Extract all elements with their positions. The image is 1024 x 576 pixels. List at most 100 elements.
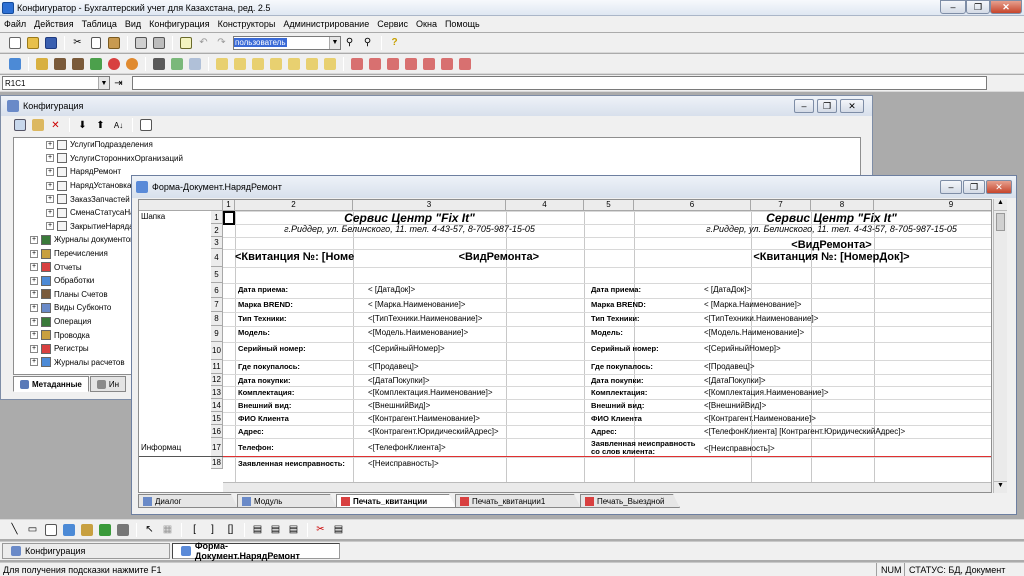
field-value[interactable]: <[ДатаПокупки]> xyxy=(704,376,909,385)
field-value[interactable]: <[ВнешнийВид]> xyxy=(368,401,563,410)
field-label[interactable]: Марка BREND: xyxy=(238,300,353,309)
designer-icon-6[interactable] xyxy=(438,56,455,72)
expand-icon[interactable]: + xyxy=(30,317,38,326)
field-label[interactable]: Дата покупки: xyxy=(591,376,701,385)
column-header[interactable]: 9 xyxy=(874,200,991,211)
field-value[interactable]: <[ВнешнийВид]> xyxy=(704,401,909,410)
expand-icon[interactable]: + xyxy=(46,154,54,163)
tree-item[interactable]: + УслугиСтороннихОрганизаций xyxy=(14,152,860,166)
bracket-open-icon[interactable]: [ xyxy=(186,522,203,538)
properties-icon[interactable] xyxy=(11,117,28,133)
row-header[interactable]: 2 xyxy=(211,224,223,237)
row-header[interactable]: 18 xyxy=(211,457,223,469)
field-value[interactable]: <[Продавец]> xyxy=(368,362,563,371)
field-value[interactable]: < [Марка.Наименование]> xyxy=(368,300,563,309)
config-open-icon[interactable] xyxy=(6,56,23,72)
menu-item-8[interactable]: Окна xyxy=(412,19,441,29)
expand-icon[interactable]: + xyxy=(46,140,54,149)
copy-icon[interactable] xyxy=(87,35,104,51)
menu-item-4[interactable]: Конфигурация xyxy=(145,19,213,29)
tab-metadata[interactable]: Метаданные xyxy=(13,376,89,392)
close-button[interactable]: ✕ xyxy=(990,0,1022,14)
cfg-close-button[interactable]: ✕ xyxy=(840,99,864,113)
field-value[interactable]: < [Марка.Наименование]> xyxy=(704,300,909,309)
field-label[interactable]: ФИО Клиента xyxy=(238,414,353,423)
open-icon[interactable] xyxy=(24,35,41,51)
field-label[interactable]: Серийный номер: xyxy=(591,344,701,353)
field-value[interactable]: <[Контрагент.Наименование]> xyxy=(368,414,563,423)
find-icon[interactable] xyxy=(177,35,194,51)
field-value[interactable]: <[ТипТехники.Наименование]> xyxy=(704,314,909,323)
field-value[interactable]: <[Модель.Наименование]> xyxy=(368,328,563,337)
line-icon[interactable]: ╲ xyxy=(6,522,23,538)
form-tab-1[interactable]: Модуль xyxy=(237,494,337,508)
right-header-address[interactable]: г.Риддер, ул. Белинского, 11. тел. 4-43-… xyxy=(634,224,991,234)
designer-icon-1[interactable] xyxy=(348,56,365,72)
expand-icon[interactable]: + xyxy=(30,303,38,312)
row-header[interactable]: 6 xyxy=(211,283,223,298)
print-icon[interactable] xyxy=(132,35,149,51)
paste-icon[interactable] xyxy=(105,35,122,51)
task-form[interactable]: Форма-Документ.НарядРемонт xyxy=(172,541,340,561)
field-value[interactable]: <[Контрагент.Наименование]> xyxy=(704,414,909,423)
right-header-title[interactable]: Сервис Центр "Fix It" xyxy=(634,211,991,225)
expand-icon[interactable]: + xyxy=(46,208,54,217)
designer-icon-7[interactable] xyxy=(456,56,473,72)
help-icon[interactable]: ? xyxy=(386,35,403,51)
right-repair-type[interactable]: <ВидРемонта> xyxy=(634,239,991,251)
cell-ref-combo[interactable]: R1C1 ▼ xyxy=(2,76,110,90)
stop-icon[interactable] xyxy=(105,56,122,72)
section-icon-3[interactable]: ▤ xyxy=(285,522,302,538)
scroll-up-icon[interactable]: ▲ xyxy=(994,199,1007,211)
person-icon[interactable] xyxy=(150,56,167,72)
user-combo[interactable]: пользователь ▼ xyxy=(233,35,341,50)
tab-interfaces[interactable]: Ин xyxy=(89,376,127,392)
form-tab-4[interactable]: Печать_Выездной xyxy=(580,494,680,508)
task-configuration[interactable]: Конфигурация xyxy=(2,543,170,559)
field-value[interactable]: <[ДатаПокупки]> xyxy=(368,376,563,385)
form-tab-3[interactable]: Печать_квитанции1 xyxy=(455,494,581,508)
save-icon[interactable] xyxy=(42,35,59,51)
row-header[interactable]: 11 xyxy=(211,360,223,374)
group-icon[interactable]: ▦ xyxy=(159,522,176,538)
column-header[interactable]: 2 xyxy=(235,200,353,211)
field-label[interactable]: ФИО Клиента xyxy=(591,414,701,423)
field-label[interactable]: Модель: xyxy=(591,328,701,337)
expand-icon[interactable]: + xyxy=(30,358,38,367)
horizontal-scrollbar[interactable] xyxy=(223,482,991,492)
row-header[interactable]: 7 xyxy=(211,298,223,312)
module-icon[interactable] xyxy=(186,56,203,72)
bracket-close-icon[interactable]: ] xyxy=(204,522,221,538)
row-header[interactable]: 15 xyxy=(211,412,223,425)
designer-icon-2[interactable] xyxy=(366,56,383,72)
designer-icon-5[interactable] xyxy=(420,56,437,72)
cfg-minimize-button[interactable]: – xyxy=(794,99,814,113)
left-receipt-number[interactable]: <Квитанция №: [Номе xyxy=(235,251,405,263)
expand-icon[interactable]: + xyxy=(30,249,38,258)
right-receipt-number[interactable]: <Квитанция №: [НомерДок]> xyxy=(634,251,991,263)
field-label[interactable]: Где покупалось: xyxy=(591,362,701,371)
expand-icon[interactable]: + xyxy=(30,344,38,353)
expand-icon[interactable]: + xyxy=(46,222,54,231)
selected-cell[interactable] xyxy=(223,211,235,225)
field-label[interactable]: Дата покупки: xyxy=(238,376,353,385)
column-header[interactable]: 3 xyxy=(353,200,506,211)
section-label[interactable]: Шапка xyxy=(139,212,211,221)
field-label[interactable]: Где покупалось: xyxy=(238,362,353,371)
rights-icon[interactable] xyxy=(69,56,86,72)
expand-icon[interactable]: + xyxy=(46,167,54,176)
formula-input[interactable] xyxy=(132,76,987,90)
field-value[interactable]: <[Продавец]> xyxy=(704,362,909,371)
delete-icon[interactable]: ✕ xyxy=(47,117,64,133)
text-icon[interactable] xyxy=(42,522,59,538)
form-tab-0[interactable]: Диалог xyxy=(138,494,238,508)
scroll-thumb[interactable] xyxy=(996,213,1005,231)
field-value[interactable]: < [ДатаДок]> xyxy=(704,285,909,294)
cfg-maximize-button[interactable]: ❐ xyxy=(817,99,837,113)
menu-item-9[interactable]: Помощь xyxy=(441,19,484,29)
wizard-icon-6[interactable] xyxy=(303,56,320,72)
debug-icon[interactable] xyxy=(87,56,104,72)
sort-icon[interactable]: A↓ xyxy=(110,117,127,133)
field-label[interactable]: Комплектация: xyxy=(591,388,701,397)
field-label[interactable]: Заявленная неисправность: xyxy=(238,459,353,468)
